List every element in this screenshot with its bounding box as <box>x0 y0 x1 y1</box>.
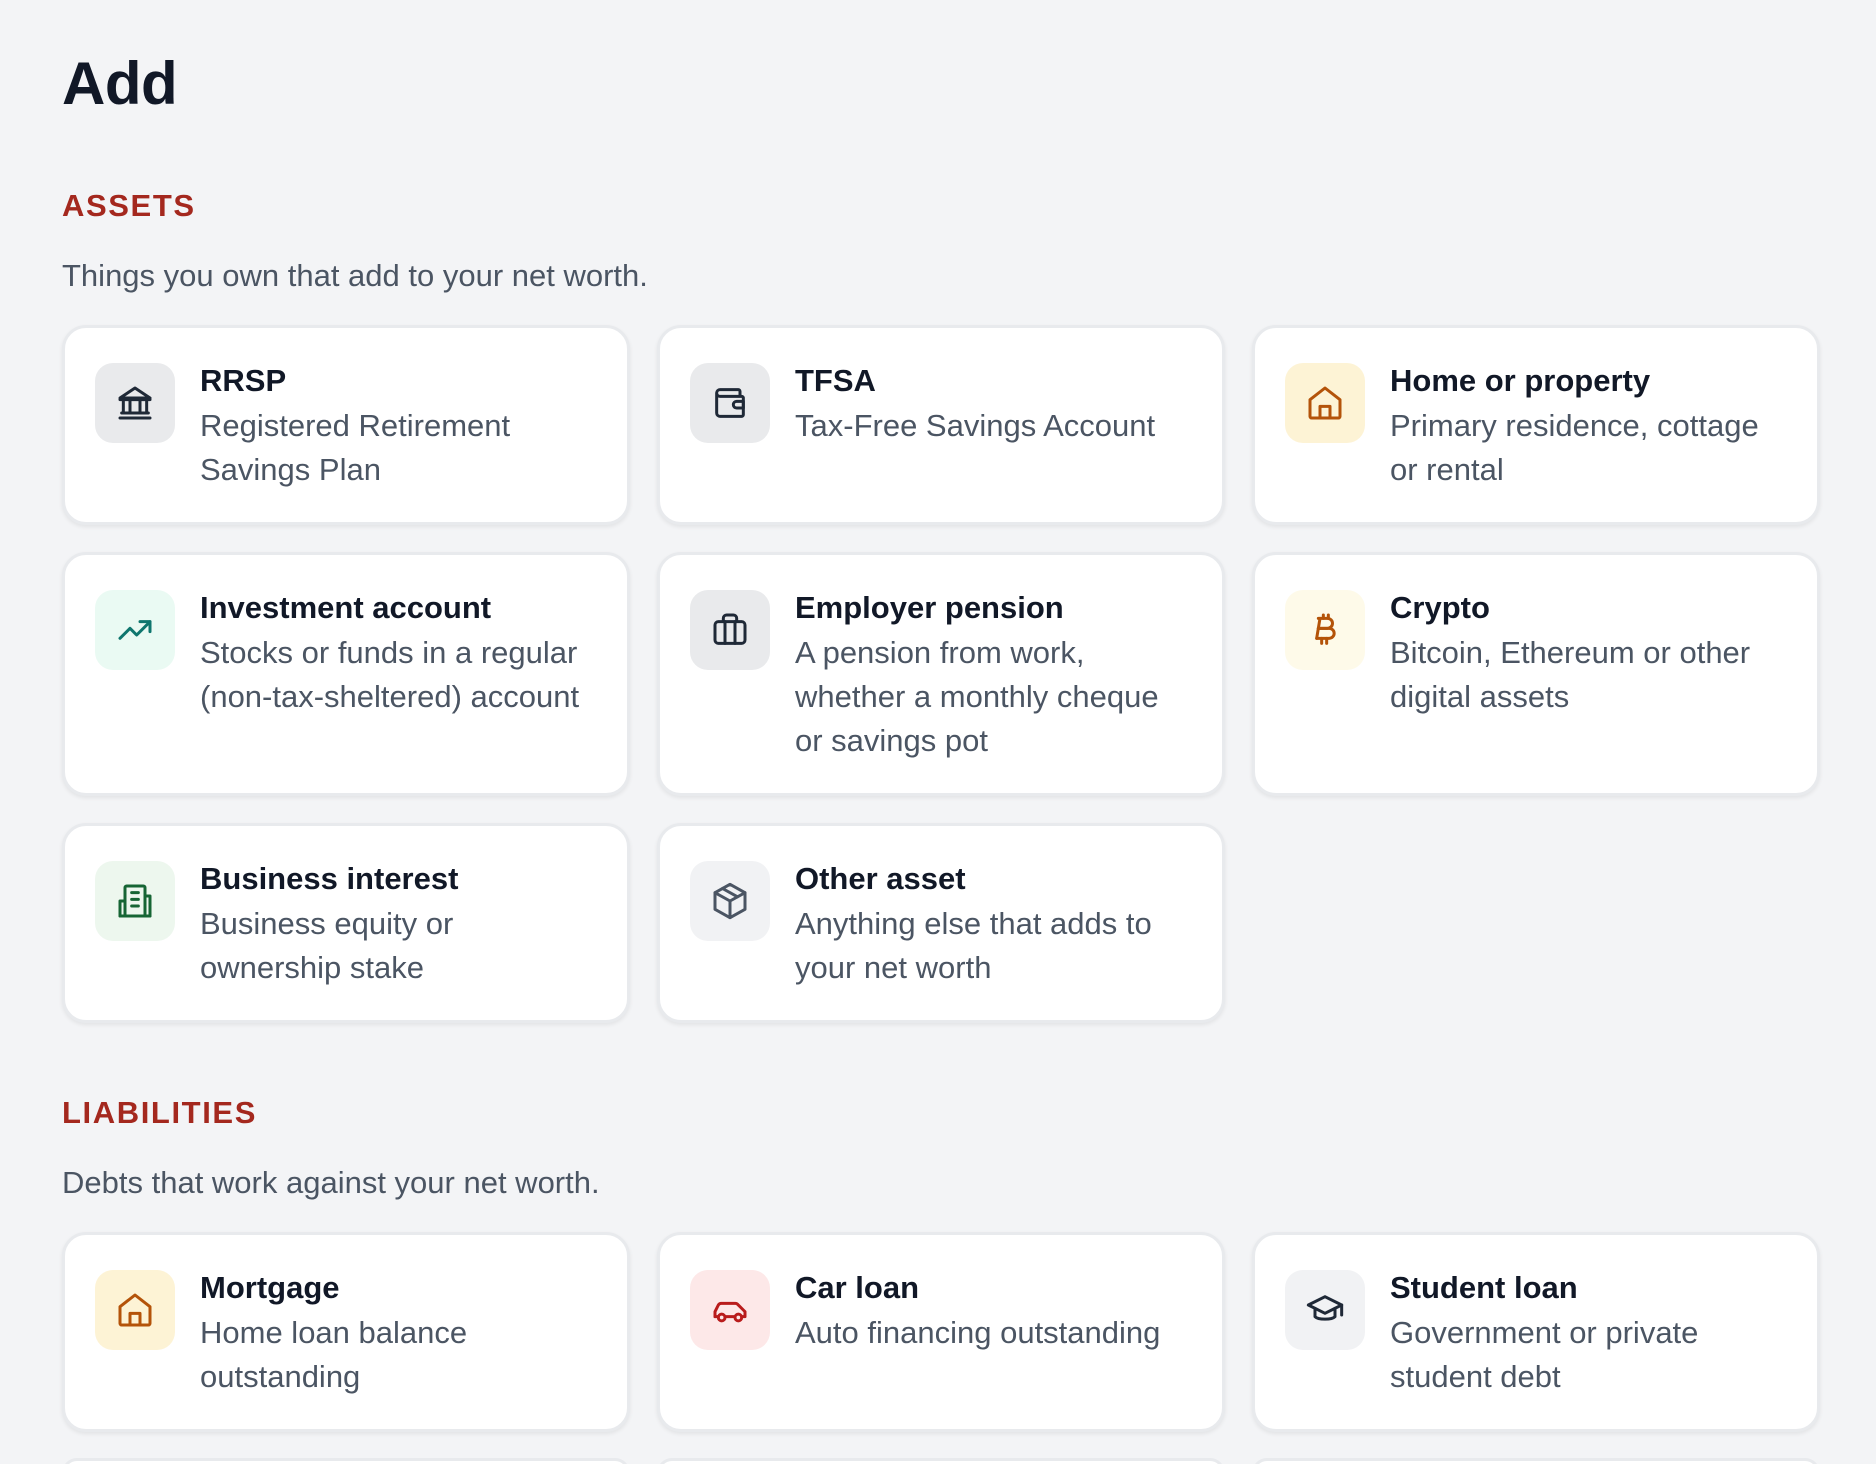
liability-card-partial[interactable] <box>657 1458 1225 1464</box>
card-title: Home or property <box>1390 363 1651 398</box>
asset-card-tfsa[interactable]: TFSA Tax-Free Savings Account <box>657 325 1225 525</box>
car-icon <box>690 1270 770 1350</box>
liability-card-student-loan[interactable]: Student loan Government or private stude… <box>1252 1232 1820 1432</box>
card-description: Government or private student debt <box>1390 1315 1699 1394</box>
section-title-assets: ASSETS <box>62 188 196 223</box>
trending-up-icon <box>95 590 175 670</box>
page-title: Add <box>62 50 178 117</box>
asset-card-other-asset[interactable]: Other asset Anything else that adds to y… <box>657 823 1225 1023</box>
card-description: Stocks or funds in a regular (non-tax-sh… <box>200 635 580 714</box>
card-description: Primary residence, cottage or rental <box>1390 408 1759 487</box>
liability-card-partial[interactable] <box>62 1458 630 1464</box>
card-description: Anything else that adds to your net wort… <box>795 906 1152 985</box>
card-description: Business equity or ownership stake <box>200 906 454 985</box>
asset-card-employer-pension[interactable]: Employer pension A pension from work, wh… <box>657 552 1225 796</box>
card-title: Investment account <box>200 590 492 625</box>
asset-card-rrsp[interactable]: RRSP Registered Retirement Savings Plan <box>62 325 630 525</box>
box-icon <box>690 861 770 941</box>
liability-card-mortgage[interactable]: Mortgage Home loan balance outstanding <box>62 1232 630 1432</box>
asset-card-crypto[interactable]: Crypto Bitcoin, Ethereum or other digita… <box>1252 552 1820 796</box>
building-icon <box>95 861 175 941</box>
section-description-liabilities: Debts that work against your net worth. <box>62 1165 600 1200</box>
card-title: Mortgage <box>200 1270 340 1305</box>
home-icon <box>95 1270 175 1350</box>
card-title: RRSP <box>200 363 287 398</box>
card-title: Car loan <box>795 1270 920 1305</box>
liabilities-next-row-partial <box>62 1458 1820 1464</box>
assets-grid: RRSP Registered Retirement Savings Plan … <box>62 325 1820 1023</box>
liability-card-partial[interactable] <box>1252 1458 1820 1464</box>
asset-card-investment-account[interactable]: Investment account Stocks or funds in a … <box>62 552 630 796</box>
card-description: Home loan balance outstanding <box>200 1315 468 1394</box>
card-title: Crypto <box>1390 590 1490 625</box>
briefcase-icon <box>690 590 770 670</box>
section-title-liabilities: LIABILITIES <box>62 1095 257 1130</box>
card-title: Business interest <box>200 861 459 896</box>
liabilities-section: LIABILITIES Debts that work against your… <box>62 1095 1820 1432</box>
card-title: Student loan <box>1390 1270 1578 1305</box>
home-icon <box>1285 363 1365 443</box>
add-page: Add ASSETS Things you own that add to yo… <box>0 0 1876 1464</box>
wallet-icon <box>690 363 770 443</box>
asset-card-business-interest[interactable]: Business interest Business equity or own… <box>62 823 630 1023</box>
card-title: TFSA <box>795 363 876 398</box>
graduation-cap-icon <box>1285 1270 1365 1350</box>
card-description: Auto financing outstanding <box>795 1315 1161 1350</box>
card-description: Registered Retirement Savings Plan <box>200 408 511 487</box>
card-title: Other asset <box>795 861 966 896</box>
card-description: Bitcoin, Ethereum or other digital asset… <box>1390 635 1751 714</box>
section-description-assets: Things you own that add to your net wort… <box>62 258 648 293</box>
liabilities-grid: Mortgage Home loan balance outstanding C… <box>62 1232 1820 1432</box>
card-title: Employer pension <box>795 590 1064 625</box>
card-description: A pension from work, whether a monthly c… <box>795 635 1159 758</box>
bank-icon <box>95 363 175 443</box>
asset-card-home-or-property[interactable]: Home or property Primary residence, cott… <box>1252 325 1820 525</box>
liability-card-car-loan[interactable]: Car loan Auto financing outstanding <box>657 1232 1225 1432</box>
assets-section: ASSETS Things you own that add to your n… <box>62 188 1820 1023</box>
bitcoin-icon <box>1285 590 1365 670</box>
card-description: Tax-Free Savings Account <box>795 408 1156 443</box>
